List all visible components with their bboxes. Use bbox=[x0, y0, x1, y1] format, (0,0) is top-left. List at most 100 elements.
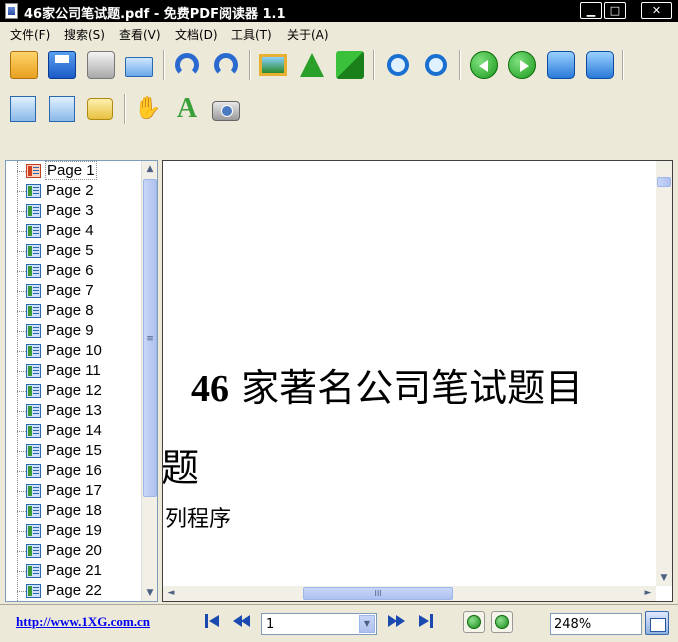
scroll-left-arrow[interactable]: ◄ bbox=[163, 586, 179, 601]
page-list-label: Page 11 bbox=[46, 362, 101, 379]
page-list-item[interactable]: Page 21 bbox=[6, 561, 141, 581]
prev-page-icon bbox=[470, 51, 498, 79]
page-list-item[interactable]: Page 20 bbox=[6, 541, 141, 561]
page-list-item[interactable]: Page 2 bbox=[6, 181, 141, 201]
prev-page-button[interactable] bbox=[467, 48, 501, 82]
page-list-item[interactable]: Page 14 bbox=[6, 421, 141, 441]
page-list-item[interactable]: Page 5 bbox=[6, 241, 141, 261]
next-page-nav-button[interactable] bbox=[384, 609, 408, 633]
menu-document[interactable]: 文档(D) bbox=[175, 26, 218, 43]
multi-page-icon bbox=[49, 96, 75, 122]
document-vertical-scrollbar[interactable]: ▼ bbox=[656, 161, 672, 586]
page-dropdown-arrow[interactable]: ▼ bbox=[359, 615, 375, 633]
page-thumbnail-icon bbox=[26, 364, 41, 378]
print-button[interactable] bbox=[84, 48, 118, 82]
menu-file[interactable]: 文件(F) bbox=[10, 26, 50, 43]
tree-connector bbox=[17, 351, 26, 352]
page-list-item[interactable]: Page 19 bbox=[6, 521, 141, 541]
document-view[interactable]: 46 家著名公司笔试题目 题 列程序 ▼ ◄ III ► bbox=[162, 160, 673, 602]
last-page-nav-button[interactable] bbox=[414, 609, 438, 633]
page-list-label: Page 12 bbox=[46, 382, 102, 399]
page-list-label: Page 4 bbox=[46, 222, 94, 239]
page-number-select[interactable]: 1 ▼ bbox=[261, 613, 377, 635]
scrollbar-thumb[interactable]: ≡ bbox=[143, 179, 157, 497]
last-page-button[interactable] bbox=[583, 48, 617, 82]
toolbar-separator bbox=[163, 50, 165, 80]
scroll-down-arrow[interactable]: ▼ bbox=[142, 585, 157, 601]
scroll-right-arrow[interactable]: ► bbox=[640, 586, 656, 601]
menu-about[interactable]: 关于(A) bbox=[287, 26, 329, 43]
document-title: 46 家著名公司笔试题目 bbox=[191, 357, 583, 412]
page-list-label: Page 5 bbox=[46, 242, 94, 259]
tree-connector bbox=[17, 251, 26, 252]
menu-search[interactable]: 搜索(S) bbox=[64, 26, 105, 43]
website-link[interactable]: http://www.1XG.com.cn bbox=[16, 614, 150, 630]
save-button[interactable] bbox=[45, 48, 79, 82]
tree-connector bbox=[17, 271, 26, 272]
scroll-mode-button[interactable] bbox=[83, 92, 117, 126]
hand-tool-button[interactable]: ✋ bbox=[131, 92, 165, 126]
arrow-up-button[interactable] bbox=[295, 48, 329, 82]
page-thumbnail-icon bbox=[26, 424, 41, 438]
redo-button[interactable] bbox=[209, 48, 243, 82]
menu-view[interactable]: 查看(V) bbox=[119, 26, 161, 43]
page-list-label: Page 10 bbox=[46, 342, 102, 359]
page-list-item[interactable]: Page 7 bbox=[6, 281, 141, 301]
minimize-button[interactable]: ▁ bbox=[580, 2, 602, 19]
email-button[interactable] bbox=[122, 48, 156, 82]
title-bar: 46家公司笔试题.pdf - 免费PDF阅读器 1.1 ▁ □ ✕ bbox=[0, 0, 678, 22]
zoom-out-button[interactable] bbox=[419, 48, 453, 82]
zoom-in-button[interactable] bbox=[381, 48, 415, 82]
page-layout-button[interactable] bbox=[645, 611, 669, 635]
tree-connector bbox=[17, 571, 26, 572]
page-thumbnail-icon bbox=[26, 224, 41, 238]
page-list-item[interactable]: Page 8 bbox=[6, 301, 141, 321]
page-list-item[interactable]: Page 3 bbox=[6, 201, 141, 221]
page-list-item[interactable]: Page 1 bbox=[6, 161, 141, 181]
scrollbar-thumb[interactable]: III bbox=[303, 587, 453, 600]
first-page-nav-button[interactable] bbox=[200, 609, 224, 633]
document-horizontal-scrollbar[interactable]: ◄ III ► bbox=[163, 586, 656, 601]
page-list-item[interactable]: Page 4 bbox=[6, 221, 141, 241]
menu-tools[interactable]: 工具(T) bbox=[231, 26, 272, 43]
page-list-scrollbar[interactable]: ▲ ≡ ▼ bbox=[141, 161, 157, 601]
scroll-up-arrow[interactable]: ▲ bbox=[142, 161, 157, 177]
single-page-button[interactable] bbox=[6, 92, 40, 126]
page-list-item[interactable]: Page 11 bbox=[6, 361, 141, 381]
page-list-item[interactable]: Page 15 bbox=[6, 441, 141, 461]
page-list-item[interactable]: Page 9 bbox=[6, 321, 141, 341]
page-list-label: Page 3 bbox=[46, 202, 94, 219]
page-list-item[interactable]: Page 22 bbox=[6, 581, 141, 601]
close-button[interactable]: ✕ bbox=[641, 2, 672, 19]
undo-button[interactable] bbox=[170, 48, 204, 82]
page-list-item[interactable]: Page 16 bbox=[6, 461, 141, 481]
first-page-icon bbox=[547, 51, 575, 79]
zoom-level-field[interactable]: 248% bbox=[550, 613, 642, 635]
text-select-button[interactable]: A bbox=[170, 92, 204, 126]
tree-connector bbox=[17, 331, 26, 332]
snapshot-button[interactable] bbox=[209, 92, 243, 126]
last-page-icon bbox=[586, 51, 614, 79]
page-list-item[interactable]: Page 10 bbox=[6, 341, 141, 361]
scroll-down-arrow[interactable]: ▼ bbox=[656, 570, 672, 586]
first-page-button[interactable] bbox=[544, 48, 578, 82]
page-list-item[interactable]: Page 13 bbox=[6, 401, 141, 421]
page-thumbnail-icon bbox=[26, 564, 41, 578]
multi-page-button[interactable] bbox=[45, 92, 79, 126]
page-thumbnail-icon bbox=[26, 484, 41, 498]
rotate-right-button[interactable] bbox=[491, 611, 513, 633]
open-button[interactable] bbox=[7, 48, 41, 82]
page-list-item[interactable]: Page 18 bbox=[6, 501, 141, 521]
rotate-left-button[interactable] bbox=[463, 611, 485, 633]
scrollbar-thumb[interactable] bbox=[657, 177, 671, 187]
page-thumbnail-icon bbox=[26, 164, 41, 178]
prev-page-nav-button[interactable] bbox=[230, 609, 254, 633]
page-list-item[interactable]: Page 6 bbox=[6, 261, 141, 281]
toolbar-separator bbox=[459, 50, 461, 80]
next-page-button[interactable] bbox=[505, 48, 539, 82]
page-list-item[interactable]: Page 12 bbox=[6, 381, 141, 401]
maximize-button[interactable]: □ bbox=[604, 2, 626, 19]
image-button[interactable] bbox=[256, 48, 290, 82]
page-list-item[interactable]: Page 17 bbox=[6, 481, 141, 501]
swap-button[interactable] bbox=[333, 48, 367, 82]
